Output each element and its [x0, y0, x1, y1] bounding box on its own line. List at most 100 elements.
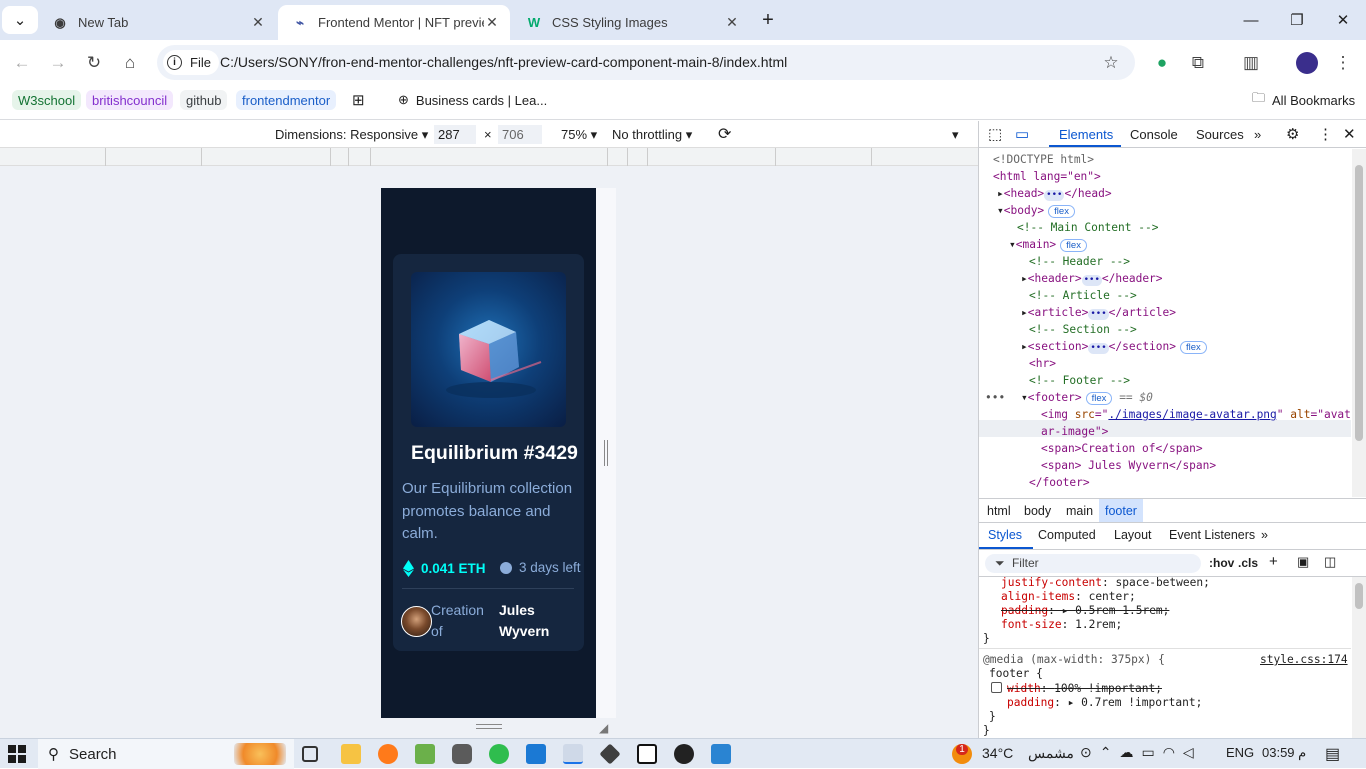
- address-bar[interactable]: i File C:/Users/SONY/fron-end-mentor-cha…: [157, 45, 1135, 80]
- task-view-icon[interactable]: [302, 746, 318, 762]
- rotate-button[interactable]: ⟳: [718, 124, 731, 144]
- cls-toggle[interactable]: .cls: [1238, 556, 1258, 570]
- ellipsis-badge[interactable]: •••: [1088, 309, 1109, 320]
- span-author-node[interactable]: <span> Jules Wyvern</span>: [1041, 457, 1216, 474]
- resize-handle-bottom[interactable]: [476, 724, 502, 729]
- comment-node[interactable]: <!-- Article -->: [1029, 287, 1137, 304]
- breadcrumb-footer[interactable]: footer: [1099, 499, 1143, 522]
- home-button[interactable]: ⌂: [116, 49, 144, 77]
- throttling-dropdown[interactable]: No throttling ▾: [612, 127, 692, 143]
- bookmark-business-cards[interactable]: ⊕ Business cards | Lea...: [392, 90, 553, 110]
- profile-button[interactable]: [1293, 49, 1321, 77]
- close-icon[interactable]: ✕: [484, 14, 500, 31]
- stylesheet-link[interactable]: style.css:174: [1260, 651, 1348, 668]
- resize-corner[interactable]: ◢: [599, 721, 608, 735]
- grammarly-extension-button[interactable]: ●: [1148, 49, 1176, 77]
- bookmark-github[interactable]: github: [180, 90, 228, 110]
- ellipsis-badge[interactable]: •••: [1044, 190, 1065, 201]
- declaration-checkbox[interactable]: [991, 682, 1002, 693]
- new-tab-button[interactable]: +: [752, 0, 784, 40]
- ellipsis-badge[interactable]: •••: [1088, 343, 1109, 354]
- resize-handle-right[interactable]: [604, 440, 608, 466]
- hr-node[interactable]: <hr>: [1029, 355, 1056, 372]
- close-icon[interactable]: ✕: [250, 14, 266, 31]
- whatsapp-icon[interactable]: [489, 744, 509, 764]
- dom-scrollbar[interactable]: [1352, 149, 1366, 497]
- clock[interactable]: 03:59 م: [1262, 745, 1306, 761]
- subtab-computed[interactable]: Computed: [1038, 528, 1096, 542]
- reading-mode-button[interactable]: ▥: [1237, 49, 1265, 77]
- weather-icon[interactable]: 1: [952, 744, 972, 764]
- photos-icon[interactable]: [711, 744, 731, 764]
- back-button[interactable]: ←: [8, 49, 36, 77]
- zoom-dropdown[interactable]: 75% ▾: [561, 127, 597, 143]
- css-declaration[interactable]: padding: ▸ 0.7rem !important;: [1007, 694, 1202, 711]
- doctype-node[interactable]: <!DOCTYPE html>: [993, 151, 1094, 168]
- tab-sources[interactable]: Sources: [1196, 127, 1244, 142]
- tab-elements[interactable]: Elements: [1059, 127, 1113, 142]
- all-bookmarks-button[interactable]: 🗀 All Bookmarks: [1246, 90, 1361, 110]
- comment-node[interactable]: <!-- Section -->: [1029, 321, 1137, 338]
- reload-button[interactable]: ↻: [80, 49, 108, 77]
- tab-search-button[interactable]: ⌄: [2, 6, 38, 34]
- vscode-icon[interactable]: [526, 744, 546, 764]
- more-tabs-icon[interactable]: »: [1254, 127, 1261, 142]
- main-node[interactable]: ▾<main> flex: [1009, 236, 1087, 253]
- close-icon[interactable]: ✕: [724, 14, 740, 31]
- tab-css-styling-images[interactable]: W CSS Styling Images ✕: [512, 5, 750, 40]
- extensions-button[interactable]: ⧉: [1184, 49, 1212, 77]
- kebab-menu-icon[interactable]: ⋮: [1318, 125, 1333, 143]
- scrollbar-thumb[interactable]: [1355, 165, 1363, 441]
- section-node[interactable]: ▸<section> ••• </section> flex: [1021, 338, 1207, 355]
- tab-new-tab[interactable]: ◉ New Tab ✕: [38, 5, 276, 40]
- input-language[interactable]: ENG: [1226, 745, 1254, 760]
- img-node[interactable]: <img src="./images/image-avatar.png" alt…: [1041, 406, 1351, 423]
- tab-frontend-mentor[interactable]: ⌁ Frontend Mentor | NFT preview ✕: [278, 5, 510, 40]
- device-options-button[interactable]: ▾: [952, 127, 959, 143]
- hov-toggle[interactable]: :hov: [1209, 556, 1234, 570]
- footer-close-node[interactable]: </footer>: [1029, 474, 1090, 491]
- flex-badge[interactable]: flex: [1060, 239, 1087, 252]
- restore-button[interactable]: ❐: [1274, 0, 1320, 40]
- more-subtabs-icon[interactable]: »: [1261, 528, 1268, 542]
- height-input[interactable]: 706: [498, 125, 542, 144]
- footer-node[interactable]: ▾<footer> flex == $0: [1021, 389, 1153, 406]
- styles-scrollbar[interactable]: [1352, 577, 1366, 738]
- minimize-button[interactable]: —: [1228, 0, 1274, 40]
- subtab-event-listeners[interactable]: Event Listeners: [1169, 528, 1255, 542]
- author-name[interactable]: Jules Wyvern: [499, 600, 569, 642]
- sidebar-toggle-icon[interactable]: ◫: [1324, 554, 1336, 570]
- head-node[interactable]: ▸<head> ••• </head>: [997, 185, 1112, 202]
- header-node[interactable]: ▸<header> ••• </header>: [1021, 270, 1163, 287]
- store-icon[interactable]: [415, 744, 435, 764]
- breadcrumb-body[interactable]: body: [1024, 504, 1051, 518]
- subtab-styles[interactable]: Styles: [988, 528, 1022, 542]
- width-input[interactable]: 287: [434, 125, 476, 144]
- close-icon[interactable]: ✕: [1343, 125, 1356, 143]
- flex-badge[interactable]: flex: [1085, 392, 1113, 405]
- html-node[interactable]: <html lang="en">: [993, 168, 1101, 185]
- span-creation-node[interactable]: <span>Creation of</span>: [1041, 440, 1203, 457]
- filter-input[interactable]: ⏷ Filter: [985, 554, 1201, 573]
- breadcrumb-html[interactable]: html: [987, 504, 1011, 518]
- bookmark-star-button[interactable]: ☆: [1097, 49, 1125, 77]
- nft-image[interactable]: [411, 272, 566, 427]
- subtab-layout[interactable]: Layout: [1114, 528, 1152, 542]
- inspect-icon[interactable]: ⬚: [988, 125, 1002, 143]
- flex-badge[interactable]: flex: [1048, 205, 1075, 218]
- app-icon[interactable]: [452, 744, 472, 764]
- forward-button[interactable]: →: [44, 49, 72, 77]
- breadcrumb-main[interactable]: main: [1066, 504, 1093, 518]
- site-info-chip[interactable]: i File: [163, 50, 219, 75]
- gear-icon[interactable]: ⚙: [1286, 125, 1299, 143]
- card-title[interactable]: Equilibrium #3429: [411, 442, 581, 465]
- url-text[interactable]: C:/Users/SONY/fron-end-mentor-challenges…: [220, 54, 787, 70]
- file-explorer-icon[interactable]: [341, 744, 361, 764]
- css-declaration[interactable]: font-size: 1.2rem;: [1001, 616, 1122, 633]
- paint-icon[interactable]: ▣: [1297, 554, 1309, 570]
- scrollbar-thumb[interactable]: [1355, 583, 1363, 609]
- system-tray-icons[interactable]: ⊙⌃☁▭◠◁: [1080, 744, 1202, 761]
- comment-node[interactable]: <!-- Footer -->: [1029, 372, 1130, 389]
- apps-grid-button[interactable]: ⊞: [346, 90, 371, 110]
- bookmark-britishcouncil[interactable]: britishcouncil: [86, 90, 174, 110]
